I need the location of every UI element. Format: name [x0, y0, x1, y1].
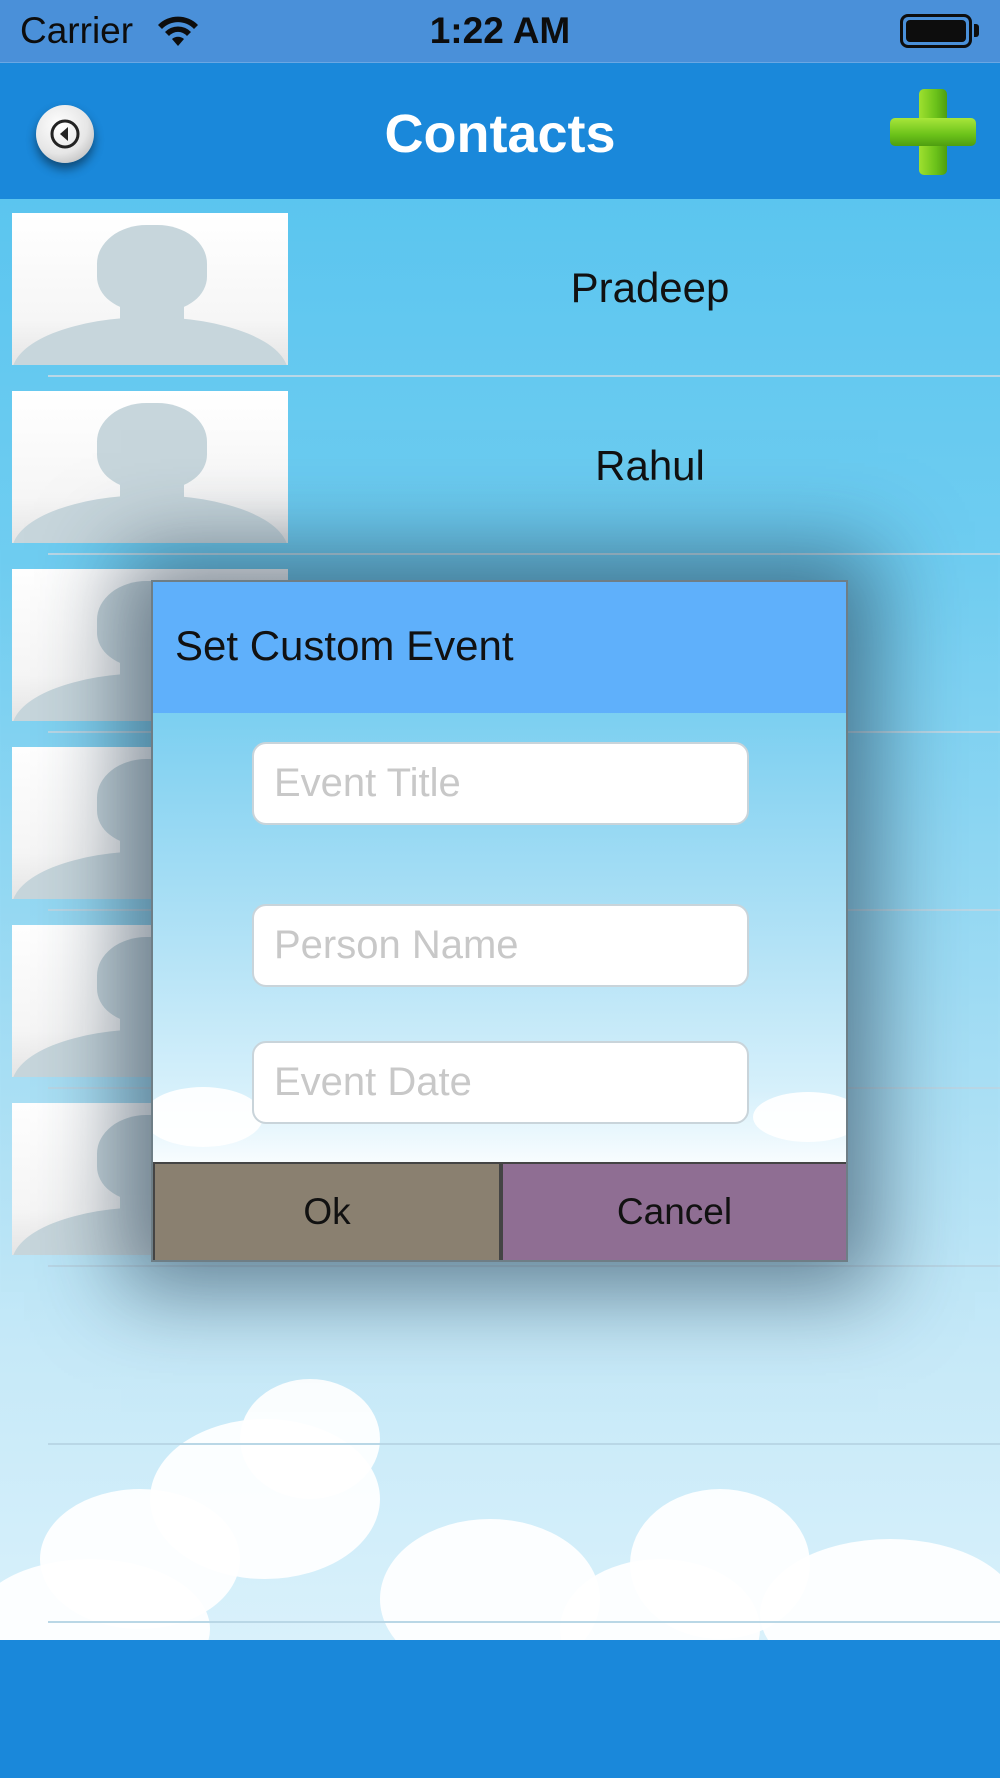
list-item[interactable]: Pradeep: [0, 199, 1000, 377]
avatar: [12, 391, 288, 543]
contact-name: Pradeep: [570, 264, 730, 311]
person-name-input[interactable]: [252, 904, 749, 987]
clock: 1:22 AM: [429, 10, 571, 51]
page-title: Contacts: [384, 104, 616, 164]
custom-event-dialog: Set Custom Event Ok Cancel: [151, 580, 848, 1262]
cancel-button[interactable]: Cancel: [501, 1162, 846, 1260]
battery-icon: [900, 14, 972, 48]
nav-bar: Contacts: [0, 63, 1000, 199]
list-item[interactable]: Rahul: [0, 377, 1000, 555]
battery-tip: [974, 24, 979, 37]
bottom-bar: [0, 1640, 1000, 1778]
list-item[interactable]: [0, 1445, 1000, 1623]
ok-button[interactable]: Ok: [153, 1162, 501, 1260]
avatar: [12, 213, 288, 365]
row-divider: [48, 1621, 1000, 1623]
contact-name: Rahul: [595, 442, 705, 489]
dialog-header: Set Custom Event: [153, 582, 846, 713]
dialog-title: Set Custom Event: [175, 622, 514, 669]
cloud-decoration: [153, 1087, 263, 1147]
status-bar: Carrier 1:22 AM: [0, 0, 1000, 63]
list-item[interactable]: [0, 1267, 1000, 1445]
event-title-input[interactable]: [252, 742, 749, 825]
event-date-input[interactable]: [252, 1041, 749, 1124]
add-contact-button[interactable]: [890, 89, 976, 175]
cloud-decoration: [753, 1092, 846, 1142]
